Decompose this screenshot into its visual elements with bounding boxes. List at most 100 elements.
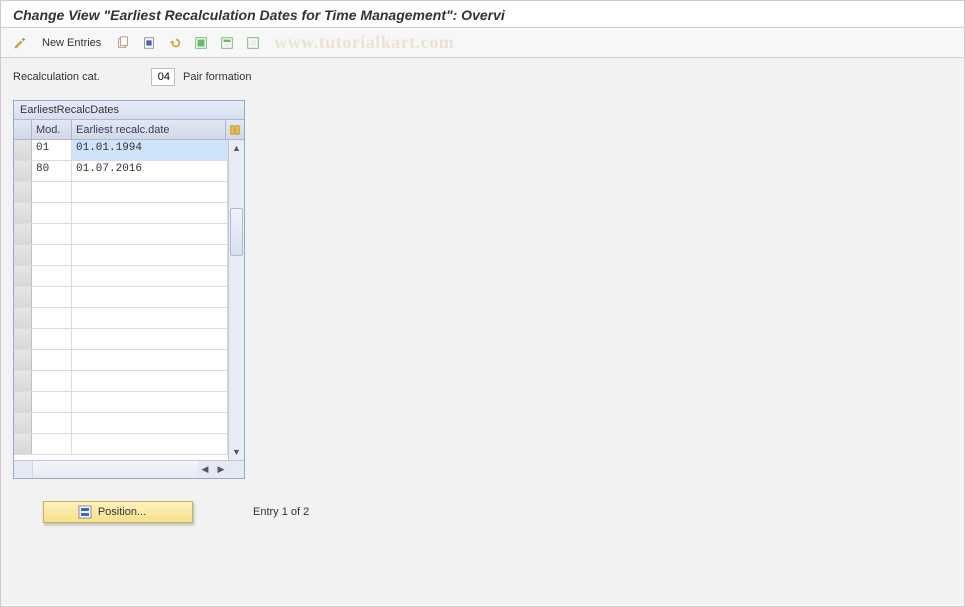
position-button[interactable]: Position...: [43, 501, 193, 523]
cell-mod[interactable]: [32, 371, 72, 391]
cell-earliest-recalc-date[interactable]: [72, 434, 228, 454]
cell-earliest-recalc-date[interactable]: [72, 266, 228, 286]
table-row[interactable]: [14, 308, 228, 329]
cell-mod[interactable]: [32, 203, 72, 223]
table-row[interactable]: [14, 203, 228, 224]
cell-earliest-recalc-date[interactable]: [72, 413, 228, 433]
column-mod[interactable]: Mod.: [32, 120, 72, 139]
row-selector[interactable]: [14, 161, 32, 181]
cell-earliest-recalc-date[interactable]: [72, 224, 228, 244]
scroll-left-icon[interactable]: ◀: [198, 463, 212, 477]
column-row-selector[interactable]: [14, 120, 32, 139]
table-row[interactable]: [14, 413, 228, 434]
table-body: 0101.01.19948001.07.2016: [14, 140, 228, 460]
table-row[interactable]: [14, 371, 228, 392]
table-row[interactable]: [14, 245, 228, 266]
recalc-category-description: Pair formation: [183, 71, 251, 83]
table-row[interactable]: [14, 392, 228, 413]
cell-mod[interactable]: 80: [32, 161, 72, 181]
cell-earliest-recalc-date[interactable]: 01.07.2016: [72, 161, 228, 181]
select-all-icon[interactable]: [190, 33, 212, 53]
row-selector[interactable]: [14, 224, 32, 244]
row-selector[interactable]: [14, 266, 32, 286]
cell-mod[interactable]: [32, 245, 72, 265]
table-row[interactable]: [14, 224, 228, 245]
undo-icon[interactable]: [164, 33, 186, 53]
cell-earliest-recalc-date[interactable]: [72, 245, 228, 265]
table-row[interactable]: [14, 350, 228, 371]
row-selector[interactable]: [14, 350, 32, 370]
cell-mod[interactable]: [32, 413, 72, 433]
recalc-category-value[interactable]: 04: [151, 68, 175, 86]
cell-mod[interactable]: [32, 308, 72, 328]
toggle-change-icon[interactable]: [9, 33, 31, 53]
select-block-icon[interactable]: [216, 33, 238, 53]
cell-earliest-recalc-date[interactable]: [72, 371, 228, 391]
table-row[interactable]: [14, 434, 228, 455]
table-header: Mod. Earliest recalc.date: [14, 120, 244, 140]
row-selector[interactable]: [14, 329, 32, 349]
app-window: Change View "Earliest Recalculation Date…: [0, 0, 965, 607]
row-selector[interactable]: [14, 203, 32, 223]
cell-mod[interactable]: [32, 266, 72, 286]
cell-mod[interactable]: [32, 224, 72, 244]
cell-mod[interactable]: [32, 329, 72, 349]
table-row[interactable]: 0101.01.1994: [14, 140, 228, 161]
row-selector[interactable]: [14, 434, 32, 454]
cell-mod[interactable]: [32, 350, 72, 370]
recalc-category-row: Recalculation cat. 04 Pair formation: [13, 68, 952, 86]
hscroll-track[interactable]: [32, 461, 198, 478]
cell-earliest-recalc-date[interactable]: [72, 392, 228, 412]
cell-earliest-recalc-date[interactable]: [72, 203, 228, 223]
content-area: Recalculation cat. 04 Pair formation Ear…: [1, 58, 964, 605]
scroll-thumb[interactable]: [230, 208, 243, 256]
scroll-down-icon[interactable]: ▼: [230, 445, 244, 459]
watermark-text: www.tutorialkart.com: [274, 32, 454, 53]
toolbar: New Entries www.tutorialkart.com: [1, 28, 964, 58]
table-configure-icon[interactable]: [226, 120, 244, 139]
entry-status: Entry 1 of 2: [253, 506, 309, 518]
row-selector[interactable]: [14, 371, 32, 391]
scroll-right-icon[interactable]: ▶: [214, 463, 228, 477]
column-earliest-recalc-date[interactable]: Earliest recalc.date: [72, 120, 226, 139]
table-row[interactable]: [14, 266, 228, 287]
cell-earliest-recalc-date[interactable]: [72, 308, 228, 328]
cell-earliest-recalc-date[interactable]: [72, 287, 228, 307]
scroll-track[interactable]: [229, 156, 244, 444]
cell-earliest-recalc-date[interactable]: [72, 182, 228, 202]
row-selector[interactable]: [14, 392, 32, 412]
page-title: Change View "Earliest Recalculation Date…: [13, 7, 505, 23]
row-selector[interactable]: [14, 308, 32, 328]
row-selector[interactable]: [14, 245, 32, 265]
title-bar: Change View "Earliest Recalculation Date…: [1, 1, 964, 28]
recalc-category-label: Recalculation cat.: [13, 71, 143, 83]
delete-icon[interactable]: [138, 33, 160, 53]
table-row[interactable]: [14, 182, 228, 203]
row-selector[interactable]: [14, 413, 32, 433]
earliest-recalc-table: EarliestRecalcDates Mod. Earliest recalc…: [13, 100, 245, 479]
table-footer: ◀ ▶: [14, 460, 244, 478]
position-button-label: Position...: [98, 506, 146, 518]
row-selector[interactable]: [14, 287, 32, 307]
table-row[interactable]: [14, 287, 228, 308]
cell-earliest-recalc-date[interactable]: [72, 329, 228, 349]
row-selector[interactable]: [14, 182, 32, 202]
copy-icon[interactable]: [112, 33, 134, 53]
scroll-up-icon[interactable]: ▲: [230, 141, 244, 155]
new-entries-button[interactable]: New Entries: [35, 33, 108, 53]
cell-mod[interactable]: [32, 287, 72, 307]
position-icon: [78, 505, 92, 519]
table-title: EarliestRecalcDates: [14, 101, 244, 120]
cell-mod[interactable]: 01: [32, 140, 72, 160]
deselect-all-icon[interactable]: [242, 33, 264, 53]
table-row[interactable]: [14, 329, 228, 350]
cell-mod[interactable]: [32, 182, 72, 202]
table-row[interactable]: 8001.07.2016: [14, 161, 228, 182]
vertical-scrollbar[interactable]: ▲ ▼: [228, 140, 244, 460]
cell-mod[interactable]: [32, 392, 72, 412]
cell-mod[interactable]: [32, 434, 72, 454]
footer-row: Position... Entry 1 of 2: [13, 501, 952, 523]
cell-earliest-recalc-date[interactable]: [72, 350, 228, 370]
cell-earliest-recalc-date[interactable]: 01.01.1994: [72, 140, 228, 160]
row-selector[interactable]: [14, 140, 32, 160]
